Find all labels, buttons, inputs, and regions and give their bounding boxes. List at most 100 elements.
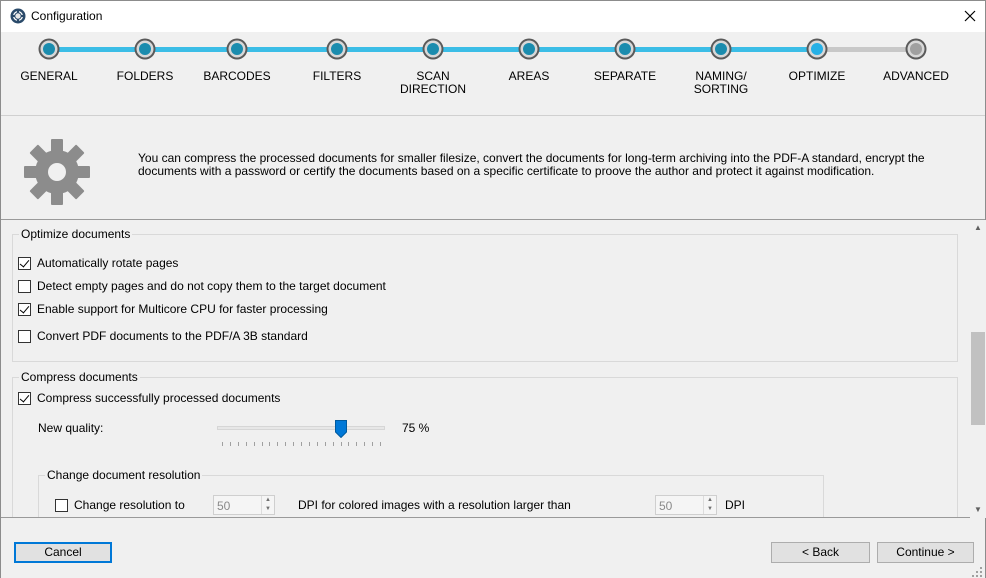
checkbox-label: Convert PDF documents to the PDF/A 3B st… [37,329,308,343]
wizard-connector [721,47,817,52]
slider-tick [324,442,326,446]
compress-documents-legend: Compress documents [19,370,140,384]
scroll-up-icon[interactable]: ▲ [970,220,986,236]
slider-tick [229,442,231,446]
close-icon[interactable] [956,3,984,29]
info-banner: You can compress the processed documents… [1,117,985,220]
window-title: Configuration [31,9,103,23]
title-bar: Configuration [1,1,985,32]
slider-tick [293,442,295,446]
wizard-step-label[interactable]: FOLDERS [100,70,190,83]
slider-tick [245,442,247,446]
wizard-step-label[interactable]: FILTERS [292,70,382,83]
vertical-scrollbar[interactable]: ▲ ▼ [970,220,986,518]
dpi-spinner[interactable]: 50 ▲ ▼ [213,495,275,515]
wizard-step-barcodes-indicator[interactable] [226,38,248,60]
slider-tick [356,442,358,446]
footer: Cancel < Back Continue > [1,519,985,578]
wizard-step-label[interactable]: SEPARATE [580,70,670,83]
checkbox-label: Compress successfully processed document… [37,391,281,405]
checkbox-label: Automatically rotate pages [37,256,179,270]
slider-tick [277,442,279,446]
checkbox-label: Change resolution to [74,498,185,512]
dpi-spinner-buttons[interactable]: ▲ ▼ [261,496,274,514]
slider-tick [348,442,350,446]
wizard-step-general-indicator[interactable] [38,38,60,60]
wizard-step-optimize-indicator[interactable] [806,38,828,60]
checkbox-label: Detect empty pages and do not copy them … [37,279,386,293]
slider-tick [364,442,366,446]
wizard-connector [817,47,916,52]
cancel-button[interactable]: Cancel [14,542,112,563]
resize-grip-icon[interactable] [971,566,983,578]
wizard-step-label[interactable]: OPTIMIZE [772,70,862,83]
wizard-step-separate-indicator[interactable] [614,38,636,60]
slider-tick [380,442,381,446]
continue-button[interactable]: Continue > [877,542,974,563]
detect-empty-pages-checkbox[interactable]: Detect empty pages and do not copy them … [18,279,386,293]
spin-up-icon[interactable]: ▲ [262,496,274,505]
threshold-value: 50 [659,499,673,513]
wizard-connector [529,47,625,52]
back-button[interactable]: < Back [771,542,870,563]
threshold-spinner-buttons[interactable]: ▲ ▼ [703,496,716,514]
wizard-step-label[interactable]: NAMING/ SORTING [676,70,766,96]
spin-down-icon[interactable]: ▼ [262,505,274,514]
checkbox-box [18,256,31,270]
scroll-down-icon[interactable]: ▼ [970,502,986,518]
optimize-documents-legend: Optimize documents [19,227,133,241]
auto-rotate-checkbox[interactable]: Automatically rotate pages [18,256,178,270]
slider-tick [308,442,310,446]
scrollbar-thumb[interactable] [971,332,985,425]
slider-tick [285,442,287,446]
slider-tick [222,442,223,446]
checkbox-label: Enable support for Multicore CPU for fas… [37,302,328,316]
wizard-steps: GENERAL FOLDERS BARCODES FILTERS SCAN DIRECT… [1,32,985,116]
pdfa-checkbox[interactable]: Convert PDF documents to the PDF/A 3B st… [18,329,308,343]
wizard-step-label[interactable]: GENERAL [4,70,94,83]
spin-up-icon[interactable]: ▲ [704,496,716,505]
multicore-checkbox[interactable]: Enable support for Multicore CPU for fas… [18,302,328,316]
spin-down-icon[interactable]: ▼ [704,505,716,514]
slider-tick [237,442,239,446]
change-resolution-checkbox[interactable]: Change resolution to [55,498,185,512]
wizard-connector [49,47,145,52]
slider-tick [301,442,302,446]
slider-tick [372,442,374,446]
wizard-step-label[interactable]: BARCODES [192,70,282,83]
wizard-step-advanced-indicator[interactable] [905,38,927,60]
wizard-step-folders-indicator[interactable] [134,38,156,60]
wizard-step-label[interactable]: AREAS [484,70,574,83]
configuration-window: Configuration GENERAL FOLDERS BARCODES FILT… [0,0,986,578]
dpi-unit: DPI [725,498,746,512]
wizard-step-filters-indicator[interactable] [326,38,348,60]
settings-panel: Optimize documents Automatically rotate … [1,220,970,518]
slider-tick [269,442,271,446]
checkbox-box [18,329,31,343]
wizard-connector [145,47,237,52]
quality-slider-track[interactable] [217,426,385,430]
quality-slider-thumb[interactable] [334,420,347,438]
threshold-spinner[interactable]: 50 ▲ ▼ [655,495,717,515]
wizard-step-label[interactable]: ADVANCED [871,70,961,83]
wizard-step-label[interactable]: SCAN DIRECTION [388,70,478,96]
checkbox-box [18,302,31,316]
slider-tick [316,442,318,446]
checkbox-box [18,391,31,405]
wizard-step-areas-indicator[interactable] [518,38,540,60]
dpi-description: DPI for colored images with a resolution… [298,498,571,512]
quality-label: New quality: [38,421,104,435]
wizard-connector [337,47,433,52]
checkbox-box [18,279,31,293]
app-icon [10,8,26,24]
compress-enable-checkbox[interactable]: Compress successfully processed document… [18,391,280,405]
checkbox-box [55,498,68,512]
slider-tick [253,442,255,446]
slider-tick [340,442,342,446]
wizard-connector [433,47,529,52]
dpi-value: 50 [217,499,231,513]
wizard-step-scan-direction-indicator[interactable] [422,38,444,60]
wizard-connector [625,47,721,52]
gear-icon [24,139,90,205]
wizard-step-naming-sorting-indicator[interactable] [710,38,732,60]
